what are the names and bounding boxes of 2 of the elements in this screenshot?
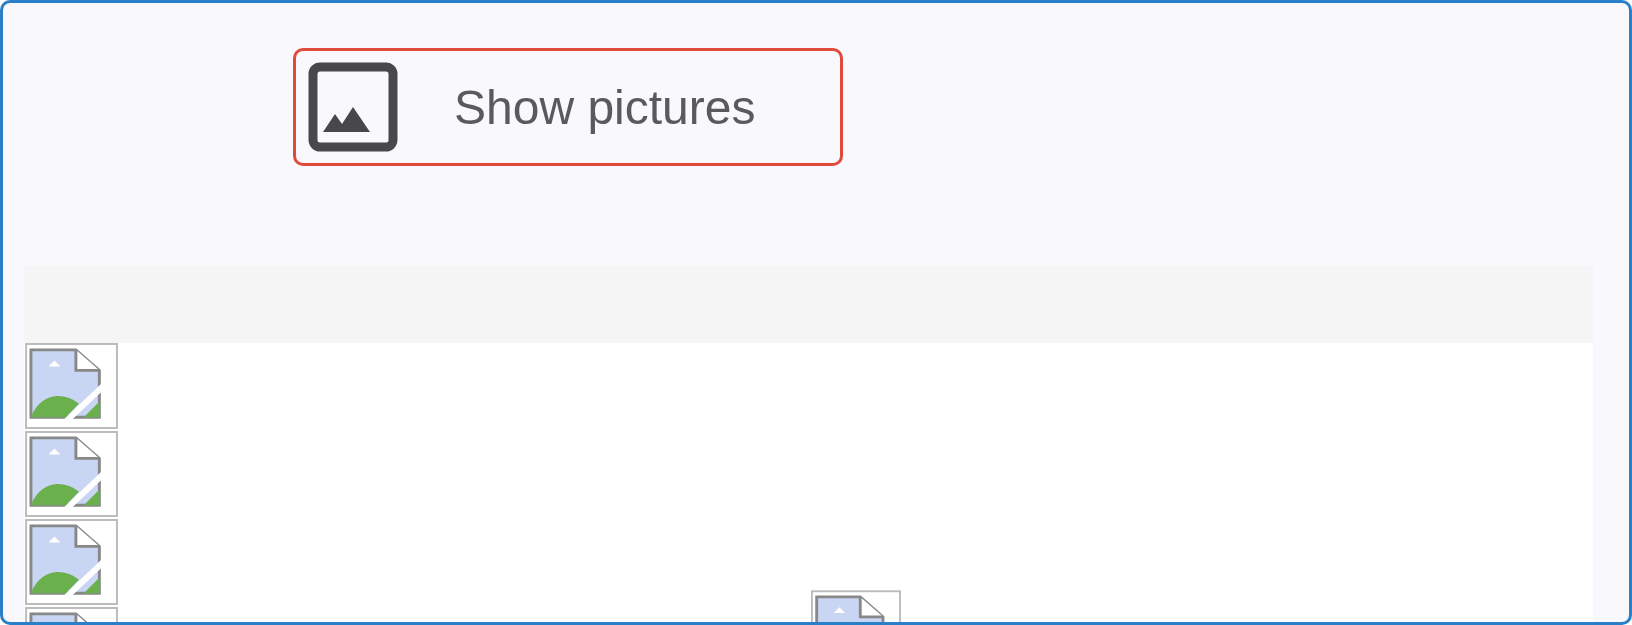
show-pictures-button[interactable]: Show pictures [293,48,843,166]
picture-icon [308,62,398,152]
